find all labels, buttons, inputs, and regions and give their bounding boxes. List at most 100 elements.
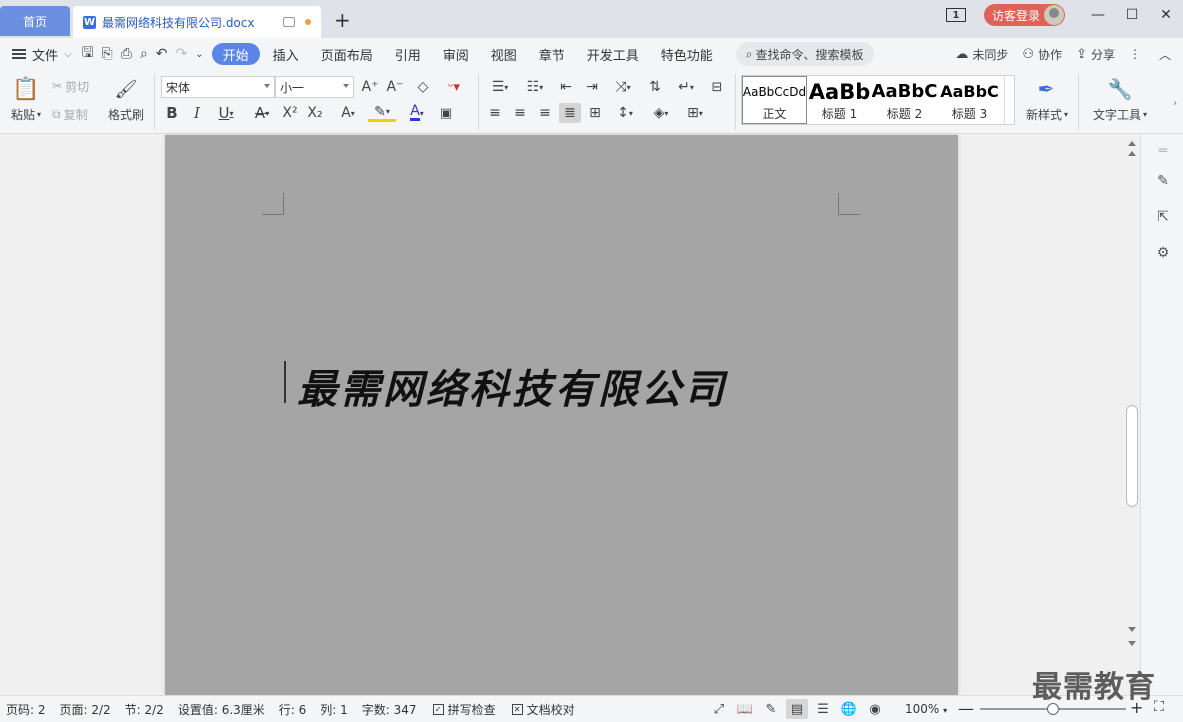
numbered-list-icon[interactable]: ☷ ▾ xyxy=(521,78,549,96)
bold-icon[interactable]: B xyxy=(163,104,181,122)
align-center-icon[interactable]: ≡ xyxy=(511,104,529,122)
command-search[interactable]: ⌕ 查找命令、搜索模板 xyxy=(735,42,874,66)
collapse-ribbon-icon[interactable]: ︿ xyxy=(1159,46,1171,63)
page-down-icon[interactable] xyxy=(1128,641,1136,646)
increase-indent-icon[interactable]: ⇥ xyxy=(582,78,602,96)
shrink-font-icon[interactable]: A⁻ xyxy=(385,78,405,96)
home-tab[interactable]: 首页 xyxy=(0,6,70,36)
more-icon[interactable]: ⋮ xyxy=(1129,47,1141,61)
distributed-align-icon[interactable]: ⊞ xyxy=(586,104,604,122)
scrollbar-thumb[interactable] xyxy=(1126,405,1138,507)
zoom-out-icon[interactable]: — xyxy=(958,699,974,718)
window-layout-icon[interactable]: 1 xyxy=(945,8,966,22)
tab-insert[interactable]: 插入 xyxy=(262,43,310,65)
maximize-icon[interactable]: ☐ xyxy=(1115,0,1149,30)
monitor-icon[interactable] xyxy=(283,17,295,27)
new-style-button[interactable]: 新样式 ▾ xyxy=(1022,106,1072,122)
style-heading-1[interactable]: AaBb 标题 1 xyxy=(807,76,872,124)
wrench-icon[interactable]: 🔧 xyxy=(1106,76,1134,102)
chevron-right-icon[interactable]: › xyxy=(1170,96,1180,110)
file-menu[interactable]: 文件 ⌵ xyxy=(12,45,72,64)
style-heading-2[interactable]: AaBbC 标题 2 xyxy=(872,76,937,124)
paste-button[interactable]: 粘贴 ▾ xyxy=(6,106,46,122)
format-painter-button[interactable]: 格式刷 xyxy=(104,106,148,122)
bullet-list-icon[interactable]: ☰ ▾ xyxy=(486,78,514,96)
align-right-icon[interactable]: ≡ xyxy=(536,104,554,122)
text-tools-button[interactable]: 文字工具 ▾ xyxy=(1090,106,1150,122)
status-word-count[interactable]: 字数: 347 xyxy=(362,701,417,718)
tab-features[interactable]: 特色功能 xyxy=(650,43,724,65)
scroll-up-icon[interactable] xyxy=(1128,141,1136,146)
style-heading-3[interactable]: AaBbC 标题 3 xyxy=(937,76,1002,124)
grow-font-icon[interactable]: A⁺ xyxy=(360,78,380,96)
cut-button[interactable]: ✂ 剪切 xyxy=(52,78,89,94)
status-column[interactable]: 列: 1 xyxy=(320,701,348,718)
tab-page-layout[interactable]: 页面布局 xyxy=(310,43,384,65)
tab-references[interactable]: 引用 xyxy=(384,43,432,65)
new-style-icon[interactable]: ✒ xyxy=(1032,76,1060,102)
chinese-layout-icon[interactable]: ⤨ ▾ xyxy=(609,78,637,96)
format-painter-icon[interactable]: 🖌 xyxy=(112,76,140,102)
share-button[interactable]: ⇪ 分享 xyxy=(1076,46,1115,63)
ruler-icon[interactable]: ⊟ xyxy=(706,78,728,96)
clear-format-icon[interactable]: ◇ xyxy=(413,78,433,96)
fullscreen-icon[interactable]: ⤢ xyxy=(708,699,730,719)
sliders-icon[interactable]: ⚙ xyxy=(1153,243,1173,263)
page-up-icon[interactable] xyxy=(1128,151,1136,156)
highlight-icon[interactable]: ✎ ▾ xyxy=(368,104,396,122)
document-tab[interactable]: W 最需网络科技有限公司.docx xyxy=(73,6,321,38)
superscript-icon[interactable]: X² xyxy=(280,104,300,122)
spell-check-button[interactable]: ✓ 拼写检查 xyxy=(432,701,496,718)
line-spacing-icon[interactable]: ↕ ▾ xyxy=(611,104,639,122)
drag-handle-icon[interactable]: ═ xyxy=(1153,141,1173,161)
edit-mode-icon[interactable]: ✎ xyxy=(760,699,782,719)
font-size-combo[interactable]: 小一 xyxy=(275,76,354,98)
pen-icon[interactable]: ✎ xyxy=(1153,171,1173,191)
vertical-scrollbar[interactable] xyxy=(1124,135,1140,695)
web-view-icon[interactable]: 🌐 xyxy=(838,699,860,719)
outline-view-icon[interactable]: ☰ xyxy=(812,699,834,719)
sync-button[interactable]: ☁ 未同步 xyxy=(955,46,1008,63)
export-icon[interactable]: ⎘ xyxy=(102,46,113,62)
document-heading[interactable]: 最需网络科技有限公司 xyxy=(297,357,727,415)
save-icon[interactable]: 🖫 xyxy=(82,42,94,66)
customize-toolbar-icon[interactable]: ⌄ xyxy=(195,49,203,60)
char-border-icon[interactable]: ▣ xyxy=(437,104,455,122)
copy-button[interactable]: ⧉ 复制 xyxy=(52,106,88,122)
tab-review[interactable]: 审阅 xyxy=(432,43,480,65)
tab-view[interactable]: 视图 xyxy=(480,43,528,65)
status-pages[interactable]: 页面: 2/2 xyxy=(60,701,111,718)
decrease-indent-icon[interactable]: ⇤ xyxy=(556,78,576,96)
login-button[interactable]: 访客登录 xyxy=(983,4,1065,26)
tab-start[interactable]: 开始 xyxy=(211,43,260,65)
scroll-down-icon[interactable] xyxy=(1128,627,1136,632)
redo-icon[interactable]: ↷ xyxy=(176,46,188,62)
new-tab-plus-icon[interactable]: + xyxy=(334,8,351,32)
status-page-number[interactable]: 页码: 2 xyxy=(6,701,46,718)
print-icon[interactable]: ⎙ xyxy=(121,46,132,62)
shading-icon[interactable]: ◈ ▾ xyxy=(647,104,675,122)
borders-icon[interactable]: ⊞ ▾ xyxy=(681,104,709,122)
strikethrough-icon[interactable]: A ▾ xyxy=(248,104,276,122)
reading-mode-icon[interactable]: 📖 xyxy=(734,699,756,719)
paste-icon[interactable]: 📋 xyxy=(10,76,42,102)
eye-protection-icon[interactable]: ◉ xyxy=(864,699,886,719)
document-page[interactable]: 最需网络科技有限公司 xyxy=(165,135,958,695)
zoom-slider[interactable] xyxy=(980,703,1126,715)
collaborate-button[interactable]: ⚇ 协作 xyxy=(1022,46,1062,63)
font-name-combo[interactable]: 宋体 xyxy=(161,76,275,98)
undo-icon[interactable]: ↶ xyxy=(156,46,168,62)
style-normal[interactable]: AaBbCcDd 正文 xyxy=(742,76,807,124)
tab-developer[interactable]: 开发工具 xyxy=(576,43,650,65)
cursor-icon[interactable]: ⇱ xyxy=(1153,207,1173,227)
zoom-level[interactable]: 100% ▾ xyxy=(905,702,947,716)
status-section[interactable]: 节: 2/2 xyxy=(125,701,164,718)
sort-icon[interactable]: ⇅ xyxy=(645,78,665,96)
page-view-icon[interactable]: ▤ xyxy=(786,699,808,719)
close-icon[interactable]: ✕ xyxy=(1149,0,1183,30)
justify-icon[interactable]: ≣ xyxy=(559,103,581,123)
minimize-icon[interactable]: — xyxy=(1081,0,1115,30)
font-color-icon[interactable]: A ▾ xyxy=(403,104,431,122)
align-left-icon[interactable]: ≡ xyxy=(486,104,504,122)
gallery-scroll[interactable] xyxy=(1004,76,1014,124)
